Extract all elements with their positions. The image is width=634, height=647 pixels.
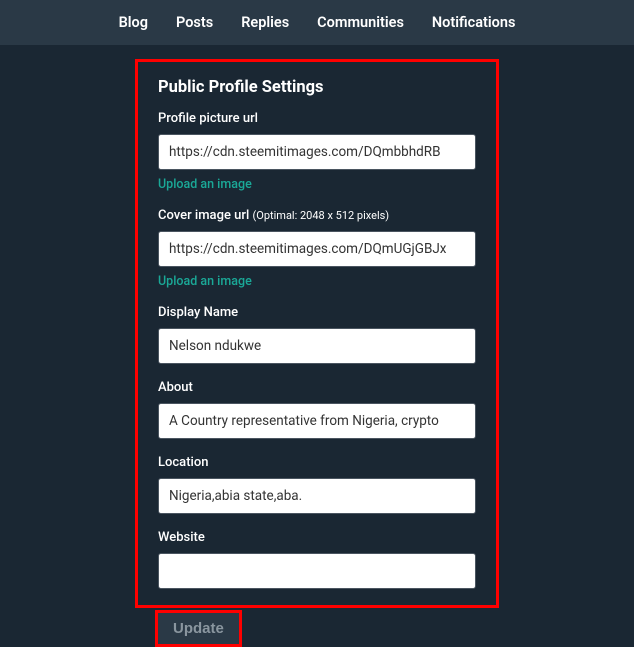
- about-input[interactable]: [158, 403, 476, 439]
- profile-picture-input[interactable]: [158, 134, 476, 170]
- display-name-input[interactable]: [158, 328, 476, 364]
- profile-picture-upload-link[interactable]: Upload an image: [158, 177, 252, 192]
- location-input[interactable]: [158, 478, 476, 514]
- update-button[interactable]: Update: [155, 610, 242, 647]
- page-title: Public Profile Settings: [158, 78, 476, 97]
- nav-replies[interactable]: Replies: [241, 14, 289, 31]
- website-group: Website: [158, 530, 476, 589]
- nav-blog[interactable]: Blog: [119, 14, 148, 31]
- cover-image-upload-link[interactable]: Upload an image: [158, 274, 252, 289]
- website-label: Website: [158, 530, 476, 545]
- top-nav: Blog Posts Replies Communities Notificat…: [0, 0, 634, 45]
- settings-panel: Public Profile Settings Profile picture …: [135, 59, 499, 608]
- about-label: About: [158, 380, 476, 395]
- button-wrap: Update: [135, 608, 499, 647]
- cover-image-group: Cover image url (Optimal: 2048 x 512 pix…: [158, 208, 476, 289]
- content-area: Public Profile Settings Profile picture …: [0, 45, 634, 647]
- profile-picture-label: Profile picture url: [158, 111, 476, 126]
- cover-image-input[interactable]: [158, 231, 476, 267]
- nav-notifications[interactable]: Notifications: [432, 14, 516, 31]
- profile-picture-group: Profile picture url Upload an image: [158, 111, 476, 192]
- about-group: About: [158, 380, 476, 439]
- location-label: Location: [158, 455, 476, 470]
- nav-posts[interactable]: Posts: [176, 14, 213, 31]
- cover-image-hint: (Optimal: 2048 x 512 pixels): [253, 209, 390, 222]
- nav-communities[interactable]: Communities: [317, 14, 404, 31]
- location-group: Location: [158, 455, 476, 514]
- display-name-group: Display Name: [158, 305, 476, 364]
- website-input[interactable]: [158, 553, 476, 589]
- cover-image-label: Cover image url (Optimal: 2048 x 512 pix…: [158, 208, 476, 223]
- display-name-label: Display Name: [158, 305, 476, 320]
